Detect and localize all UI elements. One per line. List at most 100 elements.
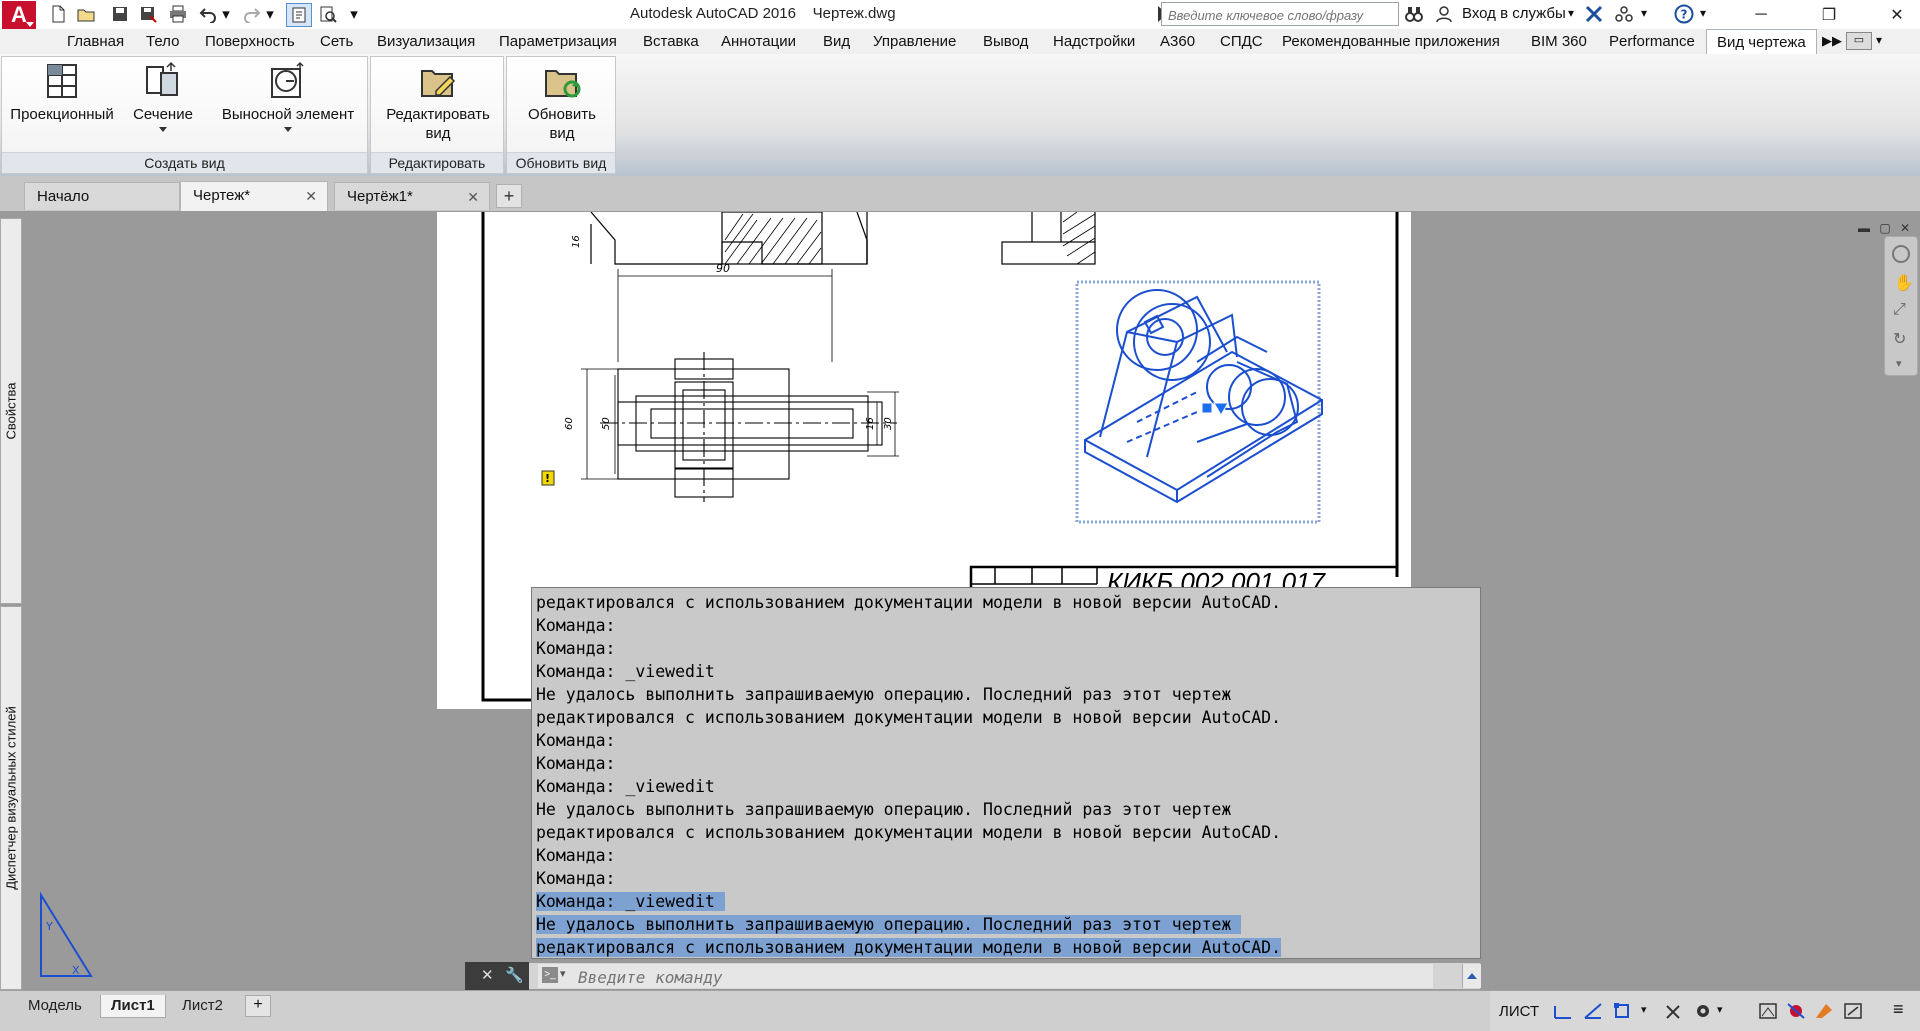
layout-tab-sheet2[interactable]: Лист2 [172,995,233,1017]
tab-addins[interactable]: Надстройки [1053,33,1135,50]
close-tab-icon[interactable]: ✕ [467,183,479,211]
customize-toolbar-icon[interactable]: ▾ [346,3,362,25]
new-tab-button[interactable]: + [496,184,522,208]
isolate-objects-icon[interactable] [1786,1002,1806,1020]
minimize-icon[interactable]: ─ [1738,0,1784,29]
new-layout-button[interactable]: + [245,995,271,1017]
help-dropdown-icon[interactable]: ▾ [1700,6,1706,20]
tab-solid[interactable]: Тело [146,33,179,50]
ribbon-tab-bar: Главная Тело Поверхность Сеть Визуализац… [0,29,1920,54]
save-as-icon[interactable] [136,3,160,25]
view-base-grip[interactable] [1201,402,1213,414]
ortho-icon[interactable] [1583,1002,1603,1020]
navbar-options-icon[interactable]: ▾ [1896,357,1902,370]
sign-in-dropdown-icon[interactable]: ▾ [1568,6,1574,20]
undo-dropdown-icon[interactable]: ▾ [220,3,232,25]
tab-spds[interactable]: СПДС [1220,33,1263,50]
clean-screen-icon[interactable] [1843,1002,1863,1020]
section-view-button[interactable]: Сечение [128,61,198,132]
layout-tab-model[interactable]: Модель [18,995,92,1017]
sign-in-link[interactable]: Вход в службы [1462,5,1566,22]
tab-parametric[interactable]: Параметризация [499,33,617,50]
search-input[interactable] [1166,4,1396,26]
redo-dropdown-icon[interactable]: ▾ [264,3,276,25]
command-input[interactable] [576,964,1410,990]
tab-a360[interactable]: A360 [1160,33,1195,50]
doc-tab-start[interactable]: Начало [24,182,180,210]
orbit-icon[interactable]: ↻ [1893,329,1906,349]
restore-icon[interactable]: ❐ [1806,0,1852,29]
workspace-dropdown-icon[interactable]: ▾ [1717,1003,1723,1016]
ribbon-minimize-icon[interactable]: ▭ [1846,32,1872,50]
doc-tab-drawing[interactable]: Чертеж* ✕ [180,181,328,211]
user-icon[interactable] [1432,3,1456,25]
navigation-bar[interactable]: ✋ ⤢ ↻ ▾ [1884,236,1918,376]
redo-icon[interactable] [240,3,264,25]
close-tab-icon[interactable]: ✕ [305,182,317,210]
open-file-icon[interactable] [74,3,98,25]
pan-icon[interactable]: ✋ [1894,273,1914,293]
edit-view-button[interactable]: Редактировать вид [379,61,497,143]
tab-insert[interactable]: Вставка [643,33,699,50]
zoom-extents-icon[interactable]: ⤢ [1893,301,1906,319]
tab-annotate[interactable]: Аннотации [721,33,796,50]
tab-mesh[interactable]: Сеть [320,33,353,50]
print-icon[interactable] [166,3,190,25]
tab-visualize[interactable]: Визуализация [377,33,475,50]
hardware-acceleration-icon[interactable] [1814,1002,1834,1020]
binoculars-icon[interactable] [1402,3,1426,25]
tab-bim360[interactable]: BIM 360 [1531,33,1587,50]
command-history-toggle-icon[interactable] [1462,964,1481,988]
recent-commands-dropdown-icon[interactable]: ▾ [560,967,566,980]
steering-wheel-icon[interactable] [1892,245,1910,263]
object-snap-dropdown-icon[interactable]: ▾ [1641,1003,1647,1016]
properties-palette-tab[interactable]: Свойства [0,218,22,604]
close-command-line-icon[interactable]: ✕ [481,966,494,984]
preview-icon[interactable] [316,3,340,25]
new-file-icon[interactable] [46,3,70,25]
update-view-button[interactable]: Обновить вид [511,61,613,143]
exchange-apps-icon[interactable] [1582,3,1606,25]
customization-menu-icon[interactable]: ≡ [1893,999,1904,1020]
tab-home[interactable]: Главная [67,33,124,50]
annotation-monitor-icon[interactable] [1758,1002,1778,1020]
paper-space-toggle[interactable]: ЛИСТ [1499,1003,1539,1020]
customize-command-line-icon[interactable]: 🔧 [505,966,524,984]
doc-tab-drawing1[interactable]: Чертёж1* ✕ [334,182,490,210]
section-dropdown-icon[interactable] [159,127,167,132]
tab-surface[interactable]: Поверхность [205,33,295,50]
command-prompt-icon[interactable]: >_ [542,967,558,983]
isometric-view-selected[interactable] [1075,280,1323,524]
tab-output[interactable]: Вывод [983,33,1028,50]
search-box[interactable] [1161,2,1399,26]
tab-featured-apps[interactable]: Рекомендованные приложения [1282,33,1500,50]
detail-view-button[interactable]: Выносной элемент [216,61,360,132]
projected-view-button[interactable]: Проекционный [6,61,118,124]
object-snap-icon[interactable] [1613,1002,1633,1020]
ribbon-options-icon[interactable]: ▾ [1876,33,1882,47]
help-icon[interactable]: ? [1672,3,1696,25]
undo-icon[interactable] [196,3,220,25]
tab-manage[interactable]: Управление [873,33,956,50]
command-history-text: Не удалось выполнить запрашиваемую опера… [536,915,1242,934]
snap-icon[interactable] [1553,1002,1573,1020]
plot-icon[interactable] [286,3,312,27]
layout-tab-sheet1[interactable]: Лист1 [100,995,166,1018]
doc-tab-label: Чертеж* [193,187,251,204]
command-history[interactable]: редактировался с использованием документ… [531,587,1481,959]
a360-icon[interactable] [1612,3,1636,25]
tab-performance[interactable]: Performance [1609,33,1695,50]
a360-dropdown-icon[interactable]: ▾ [1641,6,1647,20]
command-input-box[interactable]: >_ ▾ [538,964,1433,990]
annotation-scale-icon[interactable] [1663,1002,1683,1020]
tab-view[interactable]: Вид [823,33,850,50]
workspace-gear-icon[interactable] [1693,1002,1713,1020]
close-icon[interactable]: ✕ [1874,0,1920,29]
save-icon[interactable] [108,3,132,25]
tab-drawing-view[interactable]: Вид чертежа [1706,29,1817,54]
application-menu-button[interactable]: A [2,1,36,29]
viewport-controls[interactable]: ▬ ▢ ✕ [1858,221,1913,235]
more-tabs-icon[interactable]: ▶▶ [1822,33,1842,49]
visual-styles-palette-tab[interactable]: Диспетчер визуальных стилей [0,606,22,990]
detail-dropdown-icon[interactable] [284,127,292,132]
